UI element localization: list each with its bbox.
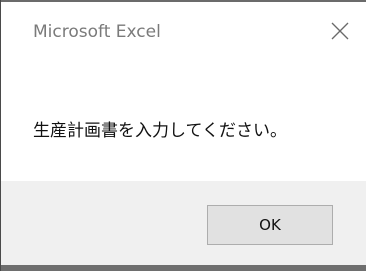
dialog-footer: OK [1, 181, 366, 265]
ok-button[interactable]: OK [207, 205, 333, 245]
close-icon [330, 21, 350, 45]
title-bar[interactable]: Microsoft Excel [1, 2, 366, 68]
window-bottom-border [1, 265, 366, 271]
window-title: Microsoft Excel [33, 22, 161, 42]
message-box-dialog: Microsoft Excel 生産計画書を入力してください。 OK [0, 0, 366, 271]
close-button[interactable] [325, 18, 355, 48]
dialog-message: 生産計画書を入力してください。 [33, 121, 287, 141]
